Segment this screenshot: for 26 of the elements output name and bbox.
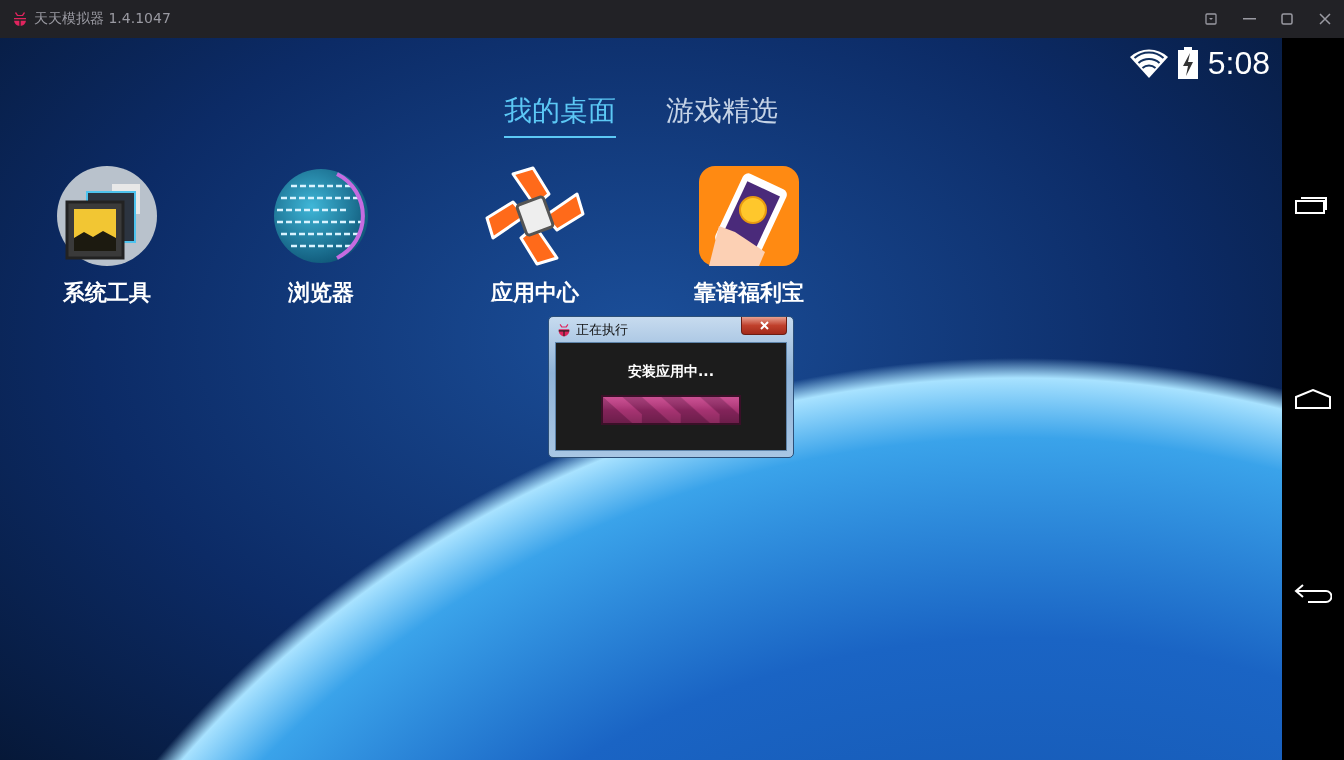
app-logo-icon <box>557 322 571 337</box>
battery-charging-icon <box>1177 47 1198 79</box>
desktop-tab[interactable]: 我的桌面 <box>504 90 616 138</box>
close-icon <box>759 321 769 330</box>
wifi-icon <box>1129 48 1168 78</box>
dialog-title: 正在执行 <box>576 320 629 339</box>
window-title: 天天模拟器 1.4.1047 <box>34 10 172 28</box>
maximize-icon <box>1281 13 1293 25</box>
desktop-tab[interactable]: 游戏精选 <box>666 90 778 138</box>
photo-gallery-icon <box>57 166 157 266</box>
globe-icon <box>271 166 371 266</box>
app-shortcut[interactable]: 系统工具 <box>0 166 214 308</box>
dialog-close-button[interactable] <box>741 317 787 335</box>
pinwheel-phone-icon <box>485 166 585 266</box>
back-arrow-icon <box>1294 584 1332 604</box>
dropdown-box-icon <box>1205 13 1217 25</box>
app-shortcut[interactable]: 靠谱福利宝 <box>642 166 856 308</box>
app-shortcut[interactable]: 浏览器 <box>214 166 428 308</box>
dialog-message: 安装应用中... <box>628 363 714 381</box>
close-icon <box>1319 13 1331 25</box>
app-logo-icon <box>12 11 28 27</box>
app-shortcut[interactable]: 应用中心 <box>428 166 642 308</box>
home-icon <box>1295 389 1331 409</box>
hand-phone-coin-icon <box>699 166 799 266</box>
minimize-icon <box>1242 18 1256 20</box>
clock-time: 5:08 <box>1207 44 1270 82</box>
